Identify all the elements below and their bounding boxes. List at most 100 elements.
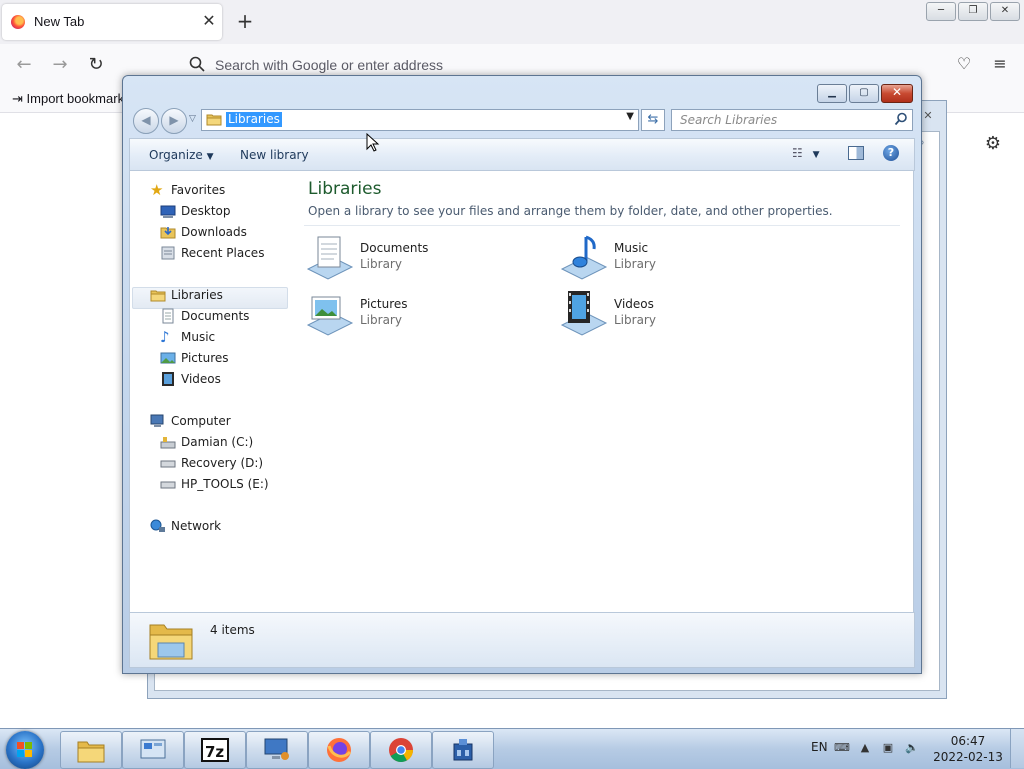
videos-icon <box>160 371 176 387</box>
library-type: Library <box>360 257 402 271</box>
browser-minimize-button[interactable]: ─ <box>926 2 956 21</box>
star-icon: ★ <box>150 181 164 199</box>
chevron-down-icon[interactable]: ▼ <box>626 111 634 122</box>
system-drive-icon <box>160 434 176 450</box>
videos-library-icon <box>560 291 608 336</box>
url-bar-input[interactable]: Search with Google or enter address <box>215 57 443 73</box>
search-box[interactable]: Search Libraries <box>671 109 913 131</box>
forward-button[interactable]: ▶ <box>161 108 187 134</box>
libraries-icon <box>150 287 166 303</box>
minimize-button[interactable]: ▁ <box>817 84 847 103</box>
libraries-folder-icon <box>206 114 222 126</box>
view-options-icon: ☷ <box>792 146 803 160</box>
browser-close-button[interactable]: ✕ <box>990 2 1020 21</box>
7zip-icon: 7z <box>201 738 229 762</box>
page-subtitle: Open a library to see your files and arr… <box>308 204 833 218</box>
browser-tab-new-tab[interactable]: New Tab ✕ <box>2 4 222 40</box>
maximize-button[interactable]: ▢ <box>849 84 879 103</box>
organize-button[interactable]: Organize ▼ <box>149 148 214 162</box>
remote-desktop-icon <box>264 738 289 760</box>
language-indicator[interactable]: EN <box>811 740 828 754</box>
address-text[interactable]: Libraries <box>226 112 282 127</box>
libraries-folder-icon <box>149 624 193 660</box>
library-documents[interactable]: Documents Library <box>306 233 536 283</box>
taskbar-remote-desktop-button[interactable] <box>246 731 308 769</box>
music-library-icon <box>560 235 608 280</box>
divider <box>304 225 900 226</box>
import-icon: ⇥ <box>12 91 23 106</box>
control-panel-icon <box>140 739 166 759</box>
refresh-icon[interactable]: ⇆ <box>641 109 665 131</box>
pocket-icon[interactable]: ♡ <box>954 55 974 73</box>
chevron-down-icon: ▼ <box>812 150 820 160</box>
close-icon[interactable]: ✕ <box>920 109 936 125</box>
library-name: Pictures <box>360 297 408 311</box>
preview-pane-icon <box>848 146 864 160</box>
reload-icon[interactable]: ↻ <box>84 53 108 77</box>
network-tray-icon[interactable]: ▣ <box>880 741 896 755</box>
system-clock[interactable]: 06:47 2022-02-13 <box>933 733 1003 765</box>
library-music[interactable]: Music Library <box>560 233 790 283</box>
new-tab-button[interactable]: + <box>236 10 254 32</box>
library-type: Library <box>360 313 402 327</box>
show-desktop-button[interactable] <box>1010 729 1024 768</box>
taskbar-explorer-button[interactable] <box>60 731 122 769</box>
explorer-icon <box>77 741 105 763</box>
firefox-favicon-icon <box>11 15 25 29</box>
close-button[interactable]: ✕ <box>881 84 913 103</box>
item-count: 4 items <box>210 623 255 637</box>
drive-icon <box>160 476 176 492</box>
library-pictures[interactable]: Pictures Library <box>306 289 536 339</box>
chevron-down-icon: ▼ <box>206 152 214 162</box>
search-icon[interactable] <box>894 112 908 126</box>
library-name: Videos <box>614 297 654 311</box>
taskbar-firefox-button[interactable] <box>308 731 370 769</box>
pictures-library-icon <box>306 296 354 336</box>
back-arrow-icon[interactable]: ← <box>12 53 36 77</box>
start-button[interactable] <box>6 731 44 769</box>
taskbar-7zip-button[interactable]: 7z <box>184 731 246 769</box>
recent-pages-dropdown[interactable]: ▽ <box>189 114 196 124</box>
page-title: Libraries <box>308 179 382 199</box>
chrome-icon <box>389 738 413 763</box>
documents-library-icon <box>306 236 354 280</box>
libraries-content-pane: Libraries Open a library to see your fil… <box>288 170 914 613</box>
show-hidden-icons-icon[interactable]: ▲ <box>857 741 873 755</box>
windows-logo-icon <box>17 742 32 757</box>
clock-date: 2022-02-13 <box>933 750 1003 764</box>
library-videos[interactable]: Videos Library <box>560 289 790 339</box>
libraries-explorer-window: ▁ ▢ ✕ ◀ ▶ ▽ Libraries ▼ ⇆ Search Librari… <box>122 75 922 674</box>
navigation-pane: ★ Favorites Desktop Downloads Recent Pla… <box>129 170 289 613</box>
back-button[interactable]: ◀ <box>133 108 159 134</box>
forward-arrow-icon[interactable]: → <box>48 53 72 77</box>
firefox-icon <box>327 738 352 762</box>
network-tool-icon <box>453 739 473 761</box>
address-bar[interactable]: Libraries ▼ <box>201 109 639 131</box>
command-bar: Organize ▼ New library ☷ ▼ ? <box>129 138 915 171</box>
help-button[interactable]: ? <box>883 145 899 163</box>
preview-pane-button[interactable] <box>848 146 864 164</box>
music-note-icon: ♪ <box>160 328 170 346</box>
details-pane: 4 items <box>129 612 915 668</box>
library-name: Music <box>614 241 649 255</box>
change-view-button[interactable]: ☷ ▼ <box>792 146 820 164</box>
pictures-icon <box>160 350 176 366</box>
search-input[interactable]: Search Libraries <box>680 113 777 127</box>
taskbar-network-tool-button[interactable] <box>432 731 494 769</box>
taskbar-chrome-button[interactable] <box>370 731 432 769</box>
library-type: Library <box>614 313 656 327</box>
help-icon: ? <box>883 145 899 161</box>
new-library-button[interactable]: New library <box>240 148 309 162</box>
tab-close-icon[interactable]: ✕ <box>201 11 217 31</box>
taskbar-control-panel-button[interactable] <box>122 731 184 769</box>
organize-label: Organize <box>149 148 203 162</box>
gear-icon[interactable]: ⚙ <box>983 134 1003 154</box>
svg-text:7z: 7z <box>205 743 224 761</box>
browser-restore-button[interactable]: ❐ <box>958 2 988 21</box>
menu-icon[interactable]: ≡ <box>990 55 1010 73</box>
drive-icon <box>160 455 176 471</box>
computer-icon <box>150 413 166 429</box>
clock-time: 06:47 <box>950 734 986 748</box>
keyboard-icon[interactable]: ⌨ <box>834 741 850 755</box>
volume-icon[interactable]: 🔈 <box>904 741 920 755</box>
